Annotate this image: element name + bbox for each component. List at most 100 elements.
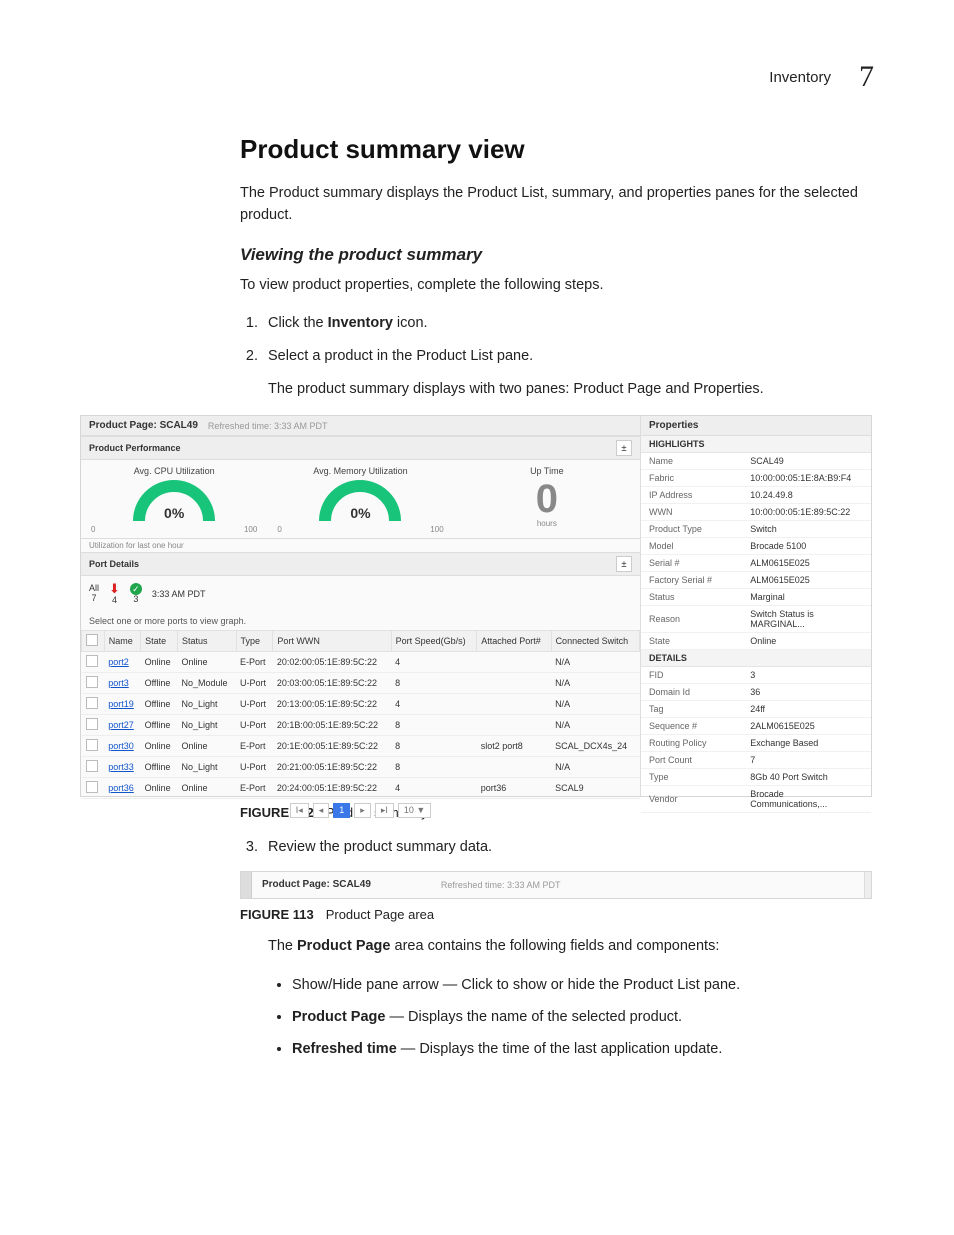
pager-next[interactable]: ▸ (354, 803, 371, 818)
port-link[interactable]: port36 (108, 783, 134, 793)
content-column-2: FIGURE 112Product summary Review the pro… (240, 805, 874, 1062)
port-link[interactable]: port30 (108, 741, 134, 751)
table-row: port27OfflineNo_LightU-Port20:1B:00:05:1… (82, 715, 640, 736)
property-row: VendorBrocade Communications,... (641, 786, 871, 813)
product-page-bar-113: Product Page: SCAL49 Refreshed time: 3:3… (252, 879, 864, 890)
ports-header-row: Name State Status Type Port WWN Port Spe… (82, 631, 640, 652)
page-header: Inventory 7 (80, 60, 874, 94)
property-row: FID3 (641, 667, 871, 684)
property-row: Product TypeSwitch (641, 521, 871, 538)
filter-up[interactable]: ✓3 (130, 583, 142, 605)
table-row: port19OfflineNo_LightU-Port20:13:00:05:1… (82, 694, 640, 715)
row-checkbox[interactable] (86, 739, 98, 751)
product-page-title: Product Page: SCAL49 (89, 420, 198, 431)
product-page-title-113: Product Page: SCAL49 (262, 879, 371, 890)
perf-note: Utilization for last one hour (81, 539, 640, 552)
table-row: port3OfflineNo_ModuleU-Port20:03:00:05:1… (82, 673, 640, 694)
right-handle (864, 872, 871, 898)
figure-113-screenshot: Product Page: SCAL49 Refreshed time: 3:3… (240, 871, 872, 899)
steps-list: Click the Inventory icon. Select a produ… (240, 310, 874, 401)
port-filter: All7 ⬇4 ✓3 3:33 AM PDT (81, 576, 640, 612)
cpu-gauge: 0% (129, 479, 219, 525)
properties-head: Properties (641, 416, 871, 436)
checkbox-all[interactable] (86, 634, 98, 646)
step-1: Click the Inventory icon. (262, 310, 874, 337)
row-checkbox[interactable] (86, 655, 98, 667)
property-row: ModelBrocade 5100 (641, 538, 871, 555)
header-section: Inventory (769, 69, 831, 86)
pager-size[interactable]: 10 ▼ (398, 803, 431, 818)
property-row: Serial #ALM0615E025 (641, 555, 871, 572)
property-row: StatusMarginal (641, 589, 871, 606)
property-row: Type8Gb 40 Port Switch (641, 769, 871, 786)
step-2-sub: The product summary displays with two pa… (268, 378, 874, 401)
filter-time: 3:33 AM PDT (152, 589, 206, 599)
property-row: IP Address10.24.49.8 (641, 487, 871, 504)
filter-all[interactable]: All7 (89, 584, 99, 604)
property-row: Tag24ff (641, 701, 871, 718)
figure-113-caption: FIGURE 113Product Page area (240, 907, 874, 922)
collapse-icon[interactable]: ± (616, 440, 632, 456)
performance-row: Avg. CPU Utilization 0% 0100 Avg. Memory… (81, 460, 640, 539)
bullet-3: Refreshed time — Displays the time of th… (292, 1036, 874, 1062)
table-row: port30OnlineOnlineE-Port20:1E:00:05:1E:8… (82, 736, 640, 757)
property-row: Domain Id36 (641, 684, 871, 701)
show-hide-pane-handle[interactable] (241, 872, 252, 898)
property-row: WWN10:00:00:05:1E:89:5C:22 (641, 504, 871, 521)
bullet-2: Product Page — Displays the name of the … (292, 1004, 874, 1030)
property-row: ReasonSwitch Status is MARGINAL... (641, 606, 871, 633)
figure-112-screenshot: Product Page: SCAL49 Refreshed time: 3:3… (80, 415, 872, 797)
step-2: Select a product in the Product List pan… (262, 343, 874, 401)
mem-gauge: 0% (315, 479, 405, 525)
row-checkbox[interactable] (86, 697, 98, 709)
down-arrow-icon: ⬇ (109, 582, 120, 596)
port-link[interactable]: port19 (108, 699, 134, 709)
port-link[interactable]: port3 (108, 678, 129, 688)
bullet-1: Show/Hide pane arrow — Click to show or … (292, 972, 874, 998)
property-row: Fabric10:00:00:05:1E:8A:B9:F4 (641, 470, 871, 487)
highlights-head: HIGHLIGHTS (641, 436, 871, 453)
row-checkbox[interactable] (86, 760, 98, 772)
pager-page-1[interactable]: 1 (333, 803, 350, 818)
property-row: StateOnline (641, 633, 871, 650)
steps-list-cont: Review the product summary data. (240, 834, 874, 861)
property-row: NameSCAL49 (641, 453, 871, 470)
pager: I◂ ◂ 1 ▸ ▸I 10 ▼ (81, 799, 640, 822)
port-details-head: Port Details ± (81, 552, 640, 576)
table-row: port33OfflineNo_LightU-Port20:21:00:05:1… (82, 757, 640, 778)
port-link[interactable]: port33 (108, 762, 134, 772)
pager-prev[interactable]: ◂ (313, 803, 330, 818)
header-chapter: 7 (859, 60, 874, 94)
filter-down[interactable]: ⬇4 (109, 582, 120, 606)
refreshed-time-113: Refreshed time: 3:33 AM PDT (441, 880, 561, 890)
row-checkbox[interactable] (86, 718, 98, 730)
row-checkbox[interactable] (86, 676, 98, 688)
content-column: Product summary view The Product summary… (240, 134, 874, 401)
details-table: FID3Domain Id36Tag24ffSequence #2ALM0615… (641, 667, 871, 813)
property-row: Routing PolicyExchange Based (641, 735, 871, 752)
row-checkbox[interactable] (86, 781, 98, 793)
port-link[interactable]: port2 (108, 657, 129, 667)
cpu-gauge-block: Avg. CPU Utilization 0% 0100 (81, 460, 267, 538)
sub-intro: To view product properties, complete the… (240, 275, 874, 297)
port-link[interactable]: port27 (108, 720, 134, 730)
table-row: port36OnlineOnlineE-Port20:24:00:05:1E:8… (82, 778, 640, 799)
page-title: Product summary view (240, 134, 874, 165)
product-page-bar: Product Page: SCAL49 Refreshed time: 3:3… (81, 416, 640, 436)
properties-pane: Properties HIGHLIGHTS NameSCAL49Fabric10… (641, 416, 871, 796)
refreshed-time: Refreshed time: 3:33 AM PDT (208, 421, 328, 431)
figure-112: Product Page: SCAL49 Refreshed time: 3:3… (80, 415, 874, 797)
details-head: DETAILS (641, 650, 871, 667)
port-note: Select one or more ports to view graph. (81, 612, 640, 630)
property-row: Factory Serial #ALM0615E025 (641, 572, 871, 589)
highlights-table: NameSCAL49Fabric10:00:00:05:1E:8A:B9:F4I… (641, 453, 871, 650)
step-3: Review the product summary data. (262, 834, 874, 861)
intro-text: The Product summary displays the Product… (240, 183, 874, 227)
collapse-icon[interactable]: ± (616, 556, 632, 572)
col-checkbox (82, 631, 105, 652)
product-performance-head: Product Performance ± (81, 436, 640, 460)
pager-first[interactable]: I◂ (290, 803, 309, 818)
pager-last[interactable]: ▸I (375, 803, 394, 818)
mem-gauge-block: Avg. Memory Utilization 0% 0100 (267, 460, 453, 538)
after-113-text: The Product Page area contains the follo… (268, 936, 874, 958)
